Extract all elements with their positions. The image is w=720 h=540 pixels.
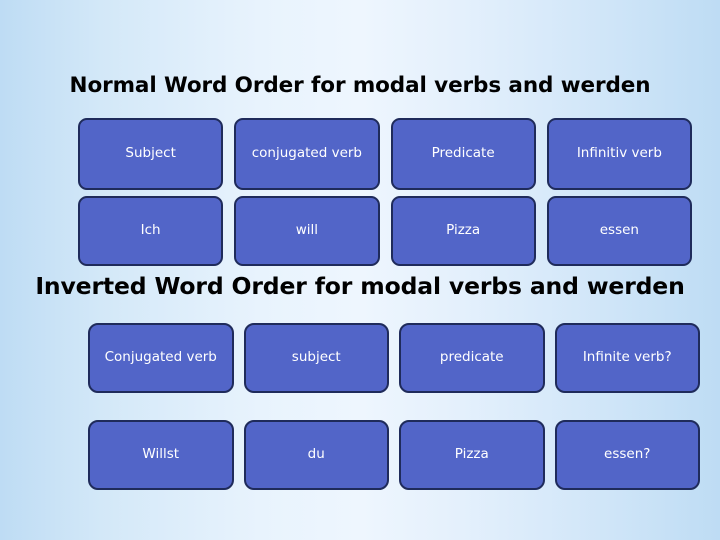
table-cell: Pizza — [399, 420, 545, 490]
table-header-cell: subject — [243, 323, 389, 393]
table-header-cell: Subject — [78, 118, 224, 190]
table-inverted-word-order: Conjugated verb subject predicate Infini… — [88, 323, 700, 490]
table-cell: essen — [546, 196, 692, 266]
table-cell: Willst — [88, 420, 234, 490]
table-header-cell: Infinitiv verb — [546, 118, 692, 190]
table-normal-word-order: Subject conjugated verb Predicate Infini… — [78, 118, 692, 266]
table-cell: du — [243, 420, 389, 490]
table-cell: Pizza — [390, 196, 536, 266]
table-cell: essen? — [554, 420, 700, 490]
heading-normal-word-order: Normal Word Order for modal verbs and we… — [69, 73, 651, 98]
table-cell: will — [234, 196, 380, 266]
table-header-cell: Infinite verb? — [554, 323, 700, 393]
table-header-cell: Conjugated verb — [88, 323, 234, 393]
table-header-cell: conjugated verb — [234, 118, 380, 190]
heading-inverted-word-order: Inverted Word Order for modal verbs and … — [35, 272, 685, 300]
table-header-cell: predicate — [399, 323, 545, 393]
slide-canvas: Normal Word Order for modal verbs and we… — [0, 0, 720, 540]
table-header-cell: Predicate — [390, 118, 536, 190]
table-cell: Ich — [78, 196, 224, 266]
